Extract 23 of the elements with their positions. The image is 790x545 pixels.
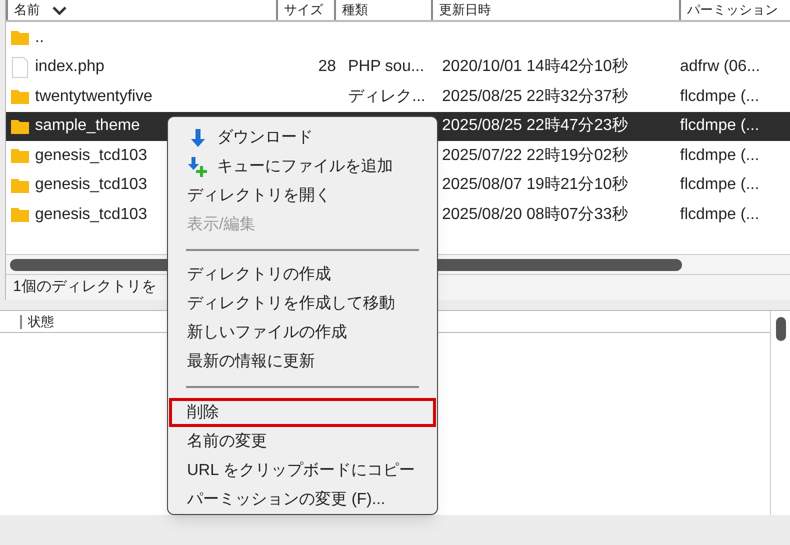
file-name: genesis_tcd103: [35, 176, 148, 194]
modified-date: 2025/08/25 22時47分23秒: [442, 117, 628, 134]
file-name: twentytwentyfive: [35, 88, 152, 105]
file-name: index.php: [35, 58, 104, 76]
permissions: flcdmpe (...: [680, 117, 760, 134]
file-size: 28: [318, 58, 336, 76]
permissions: adfrw (06...: [680, 58, 760, 76]
file-type: PHP sou...: [348, 58, 424, 76]
permissions: flcdmpe (...: [680, 176, 760, 194]
modified-date: 2025/08/25 22時32分37秒: [442, 88, 628, 105]
modified-date: 2025/07/22 22時19分02秒: [442, 146, 628, 164]
modified-date: 2025/08/07 19時21分10秒: [442, 176, 628, 194]
permissions: flcdmpe (...: [680, 88, 760, 105]
file-name: sample_theme: [35, 117, 140, 134]
file-type: ディレク...: [348, 88, 426, 105]
permissions: flcdmpe (...: [680, 146, 760, 164]
modified-date: 2020/10/01 14時42分10秒: [442, 58, 628, 76]
permissions: flcdmpe (...: [680, 206, 760, 223]
modified-date: 2025/08/20 08時07分33秒: [442, 206, 628, 223]
file-name: genesis_tcd103: [35, 206, 148, 223]
file-name: genesis_tcd103: [35, 146, 148, 164]
file-name: ..: [35, 28, 44, 46]
status-text: 1個のディレクトリを: [13, 277, 156, 298]
